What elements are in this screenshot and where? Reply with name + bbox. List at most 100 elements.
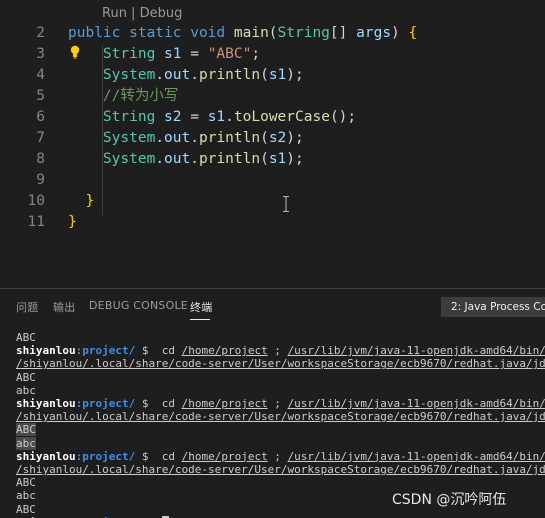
line-number: 11 xyxy=(27,214,45,230)
code-token: [] xyxy=(329,25,357,41)
prompt-symbol: $ xyxy=(135,344,162,358)
code-line[interactable]: 6 String s2 = s1.toLowerCase(); xyxy=(0,107,545,128)
prompt-user: shiyanlou xyxy=(16,449,76,463)
terminal-output-line: abc xyxy=(16,384,36,397)
terminal-output-line: ABC xyxy=(16,371,36,384)
terminal-selector-dropdown[interactable]: 2: Java Process Con xyxy=(441,297,545,317)
line-number: 6 xyxy=(36,109,45,125)
command-java-path: /usr/lib/jvm/java-11-openjdk-amd64/bin/j… xyxy=(287,397,545,410)
prompt-path: :project/ xyxy=(75,449,136,463)
code-token: . xyxy=(190,67,199,83)
code-token: s2 xyxy=(268,130,287,146)
code-token: System xyxy=(68,67,156,83)
code-editor[interactable]: Run | Debug 2 public static void main(Str… xyxy=(0,0,545,288)
terminal-command-line: shiyanlou:project/ $ cd /home/project ; … xyxy=(16,397,545,410)
command-java-path: /usr/lib/jvm/java-11-openjdk-amd64/bin/j… xyxy=(287,449,545,463)
line-number: 3 xyxy=(36,46,45,62)
code-token: ) xyxy=(391,25,409,41)
command-java-path: /usr/lib/jvm/java-11-openjdk-amd64/bin/j… xyxy=(287,344,545,358)
command-cd: cd xyxy=(161,449,182,463)
line-number: 10 xyxy=(27,193,45,209)
tab-debug-console[interactable]: DEBUG CONSOLE xyxy=(89,299,188,312)
output-text: ABC xyxy=(16,502,36,516)
code-token: } xyxy=(68,214,77,230)
code-line[interactable]: 2 public static void main(String[] args) … xyxy=(0,23,545,44)
code-line[interactable]: 8 System.out.println(s1); xyxy=(0,149,545,170)
code-token: main xyxy=(233,25,269,41)
output-text: ABC xyxy=(16,423,36,437)
code-token: s1 xyxy=(207,109,226,125)
code-line[interactable]: 9 xyxy=(0,170,545,191)
prompt-symbol: $ xyxy=(135,397,162,410)
code-token: System xyxy=(68,151,156,167)
code-line[interactable]: 5 //转为小写 xyxy=(0,86,545,107)
code-token: s1 xyxy=(268,151,287,167)
code-token: = xyxy=(181,46,208,62)
code-line[interactable]: 4 System.out.println(s1); xyxy=(0,65,545,86)
code-token: println xyxy=(198,151,261,167)
code-token: void xyxy=(190,25,234,41)
prompt-user: shiyanlou xyxy=(16,344,76,358)
command-cd: cd xyxy=(161,344,182,358)
line-number: 8 xyxy=(36,151,45,167)
terminal-output-line: ABC xyxy=(16,476,36,489)
output-text: abc xyxy=(16,383,36,397)
code-token: args xyxy=(356,25,392,41)
code-line[interactable]: 11} xyxy=(0,212,545,233)
code-token: ); xyxy=(286,151,304,167)
code-token: . xyxy=(190,130,199,146)
code-text: System.out.println(s1); xyxy=(68,149,304,170)
line-number: 7 xyxy=(36,130,45,146)
active-tab-indicator xyxy=(190,319,210,320)
terminal-continuation-line: /shiyanlou/.local/share/code-server/User… xyxy=(16,463,545,476)
prompt-path: :project/ xyxy=(75,344,136,358)
output-text: ABC xyxy=(16,331,36,344)
output-text: abc xyxy=(16,489,36,503)
code-token: toLowerCase xyxy=(233,109,330,125)
code-text: System.out.println(s2); xyxy=(68,128,304,149)
code-token: out xyxy=(164,130,191,146)
code-token: . xyxy=(155,67,165,83)
code-token: ( xyxy=(260,130,269,146)
code-token: String xyxy=(277,25,330,41)
line-number: 2 xyxy=(36,25,45,41)
terminal-output-line: ABC xyxy=(16,331,36,344)
code-token: ( xyxy=(260,67,269,83)
code-text: System.out.println(s1); xyxy=(68,65,304,86)
tab-problems[interactable]: 问题 xyxy=(16,299,38,315)
code-token: ( xyxy=(260,151,269,167)
code-line[interactable]: 7 System.out.println(s2); xyxy=(0,128,545,149)
line-number: 9 xyxy=(36,172,45,188)
line-number: 5 xyxy=(36,88,45,104)
code-token: //转为小写 xyxy=(68,88,179,104)
tab-output[interactable]: 输出 xyxy=(53,299,75,315)
terminal-continuation-line: /shiyanlou/.local/share/code-server/User… xyxy=(16,357,545,370)
code-token: println xyxy=(198,130,261,146)
tab-terminal[interactable]: 终端 xyxy=(190,299,212,315)
codelens-run-debug[interactable]: Run | Debug xyxy=(102,6,182,21)
code-token: ); xyxy=(286,130,304,146)
code-line[interactable]: 10 } xyxy=(0,191,545,212)
code-token: out xyxy=(164,67,191,83)
command-continuation: /shiyanlou/.local/share/code-server/User… xyxy=(16,357,545,371)
code-token: ); xyxy=(286,67,304,83)
code-token: . xyxy=(155,130,165,146)
prompt-path: :project/ xyxy=(75,397,136,410)
command-dir-link: /home/project xyxy=(181,397,268,410)
code-token: . xyxy=(190,151,199,167)
code-text: } xyxy=(68,191,94,212)
output-text: ABC xyxy=(16,370,36,384)
code-token: = xyxy=(181,109,208,125)
line-number: 4 xyxy=(36,67,45,83)
prompt-user: shiyanlou xyxy=(16,397,76,410)
code-line[interactable]: 3 String s1 = "ABC"; xyxy=(0,44,545,65)
terminal-continuation-line: /shiyanlou/.local/share/code-server/User… xyxy=(16,410,545,423)
code-token: s2 xyxy=(164,109,182,125)
command-separator: ; xyxy=(267,344,288,358)
code-token: System xyxy=(68,130,156,146)
command-continuation: /shiyanlou/.local/share/code-server/User… xyxy=(16,410,545,424)
command-separator: ; xyxy=(267,449,288,463)
command-separator: ; xyxy=(267,397,288,410)
command-continuation: /shiyanlou/.local/share/code-server/User… xyxy=(16,463,545,476)
